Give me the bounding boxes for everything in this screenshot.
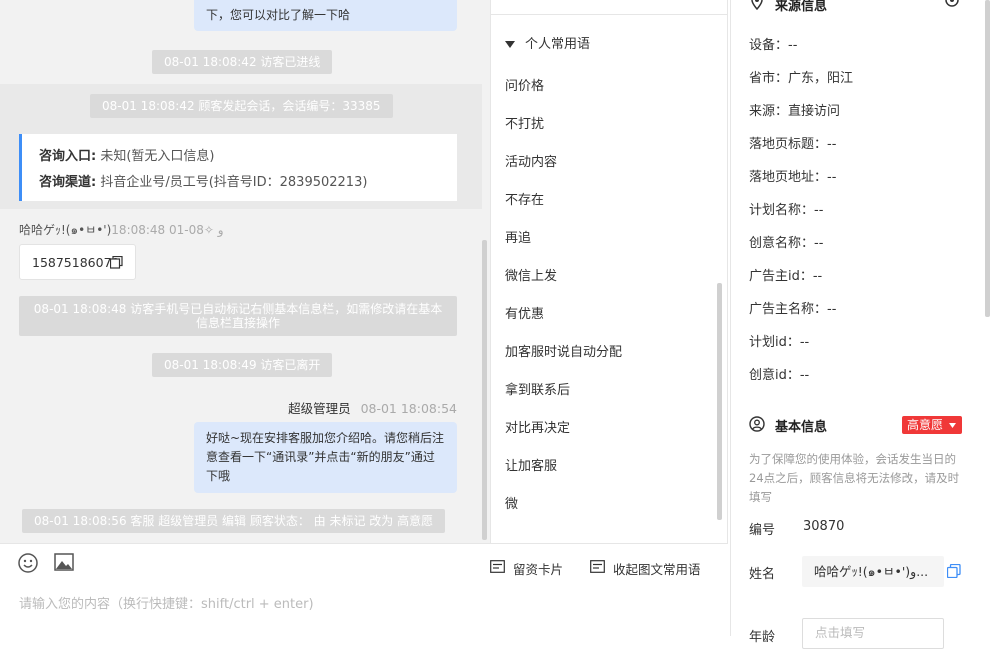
message-input-placeholder: 请输入您的内容（换行快捷键：shift/ctrl + enter) xyxy=(19,597,314,612)
id-label: 编号 xyxy=(749,523,776,538)
user-icon xyxy=(749,416,765,432)
info-landing-title: 落地页标题：-- xyxy=(749,137,837,152)
contact-card-button[interactable]: 留资卡片 xyxy=(513,559,563,578)
info-landing-url: 落地页地址：-- xyxy=(749,170,837,185)
divider xyxy=(490,14,728,15)
phrase-item[interactable]: 微 xyxy=(505,493,518,512)
info-advertiser-name: 广告主名称：-- xyxy=(749,302,837,317)
info-scrollbar[interactable] xyxy=(985,0,990,317)
system-message: 08-01 18:08:49 访客已离开 xyxy=(152,353,333,377)
phrase-item[interactable]: 不打扰 xyxy=(505,113,544,132)
visitor-name: 哈哈ゲｯ!(๑•ㅂ•') xyxy=(19,223,112,237)
info-creative-id: 创意id：-- xyxy=(749,368,810,383)
system-message: 08-01 18:08:56 客服 超级管理员 编辑 顾客状态： 由 未标记 改… xyxy=(22,509,446,533)
visitor-header: 哈哈ゲｯ!(๑•ㅂ•')18:08:48 01-08✧ و xyxy=(19,221,224,240)
info-panel xyxy=(730,0,991,636)
source-info-title: 来源信息 xyxy=(775,0,828,14)
chat-scrollbar[interactable] xyxy=(482,240,487,540)
phrase-item[interactable]: 加客服时说自动分配 xyxy=(505,341,622,360)
phrase-item[interactable]: 不存在 xyxy=(505,189,544,208)
consult-entry-value: 未知(暂无入口信息) xyxy=(100,149,215,164)
collapse-phrases-button[interactable]: 收起图文常用语 xyxy=(613,559,701,578)
message-text: 下，您可以对比了解一下哈 xyxy=(206,8,351,22)
visitor-phone-bubble[interactable]: 15875186070 xyxy=(19,244,136,280)
target-icon[interactable] xyxy=(944,0,960,10)
info-plan-id: 计划id：-- xyxy=(749,335,810,350)
info-advertiser-id: 广告主id：-- xyxy=(749,269,823,284)
consult-channel-value: 抖音企业号/员工号(抖音号ID：2839502213) xyxy=(100,175,368,190)
name-label: 姓名 xyxy=(749,567,776,582)
phrase-group-header[interactable]: 个人常用语 xyxy=(505,33,590,52)
phrase-item[interactable]: 让加客服 xyxy=(505,455,557,474)
info-province: 省市：广东，阳江 xyxy=(749,71,854,86)
intent-status-label: 高意愿 xyxy=(907,418,944,432)
phrase-item[interactable]: 活动内容 xyxy=(505,151,557,170)
message-text: 好哒~现在安排客服加您介绍哈。请您稍后注意查看一下“通讯录”并点击“新的朋友”通… xyxy=(206,431,445,483)
phrase-item[interactable]: 对比再决定 xyxy=(505,417,570,436)
basic-info-title: 基本信息 xyxy=(775,420,828,435)
consult-info-card: 咨询入口: 未知(暂无入口信息) 咨询渠道: 抖音企业号/员工号(抖音号ID：2… xyxy=(19,134,457,201)
phrase-item[interactable]: 有优惠 xyxy=(505,303,544,322)
agent-message-bubble-top: 下，您可以对比了解一下哈 xyxy=(194,0,457,31)
visitor-time: 18:08:48 01-08✧ و xyxy=(111,223,224,237)
system-message: 08-01 18:08:42 顾客发起会话，会话编号：33385 xyxy=(90,94,393,118)
chat-panel: 下，您可以对比了解一下哈 08-01 18:08:42 访客已进线 08-01 … xyxy=(0,0,490,543)
info-plan-name: 计划名称：-- xyxy=(749,203,824,218)
caret-down-icon xyxy=(505,41,515,48)
agent-time: 08-01 18:08:54 xyxy=(360,401,457,416)
age-placeholder: 点击填写 xyxy=(815,625,866,640)
phrase-item[interactable]: 拿到联系后 xyxy=(505,379,570,398)
phrase-group-title: 个人常用语 xyxy=(525,37,591,52)
age-field[interactable]: 点击填写 xyxy=(802,618,944,649)
copy-icon[interactable] xyxy=(110,256,123,269)
name-field[interactable]: 哈哈ゲｯ!(๑•ㅂ•')و... xyxy=(802,556,944,587)
visitor-phone: 15875186070 xyxy=(32,255,120,270)
location-icon xyxy=(751,0,763,10)
id-value: 30870 xyxy=(803,519,845,534)
agent-name: 超级管理员 xyxy=(288,401,351,416)
consult-entry-label: 咨询入口: xyxy=(39,149,97,164)
intent-status-badge[interactable]: 高意愿 xyxy=(902,416,962,434)
collapse-phrases-icon xyxy=(590,560,605,573)
caret-down-icon xyxy=(949,423,956,428)
agent-header: 超级管理员 08-01 18:08:54 xyxy=(288,398,457,417)
contact-card-icon xyxy=(490,560,505,573)
info-device: 设备：-- xyxy=(749,38,798,53)
copy-icon[interactable] xyxy=(947,564,961,578)
emoji-icon[interactable] xyxy=(18,553,38,573)
phrase-item[interactable]: 微信上发 xyxy=(505,265,557,284)
system-message: 08-01 18:08:42 访客已进线 xyxy=(152,50,333,74)
image-icon[interactable] xyxy=(54,553,74,571)
consult-channel-label: 咨询渠道: xyxy=(39,175,97,190)
phrase-item[interactable]: 再追 xyxy=(505,227,531,246)
composer: 留资卡片 收起图文常用语 请输入您的内容（换行快捷键：shift/ctrl + … xyxy=(0,543,728,636)
system-message: 08-01 18:08:48 访客手机号已自动标记右侧基本信息栏，如需修改请在基… xyxy=(19,296,457,336)
info-edit-note: 为了保障您的使用体验，会话发生当日的24点之后，顾客信息将无法修改，请及时填写 xyxy=(749,452,960,504)
phrases-scrollbar[interactable] xyxy=(717,283,722,520)
name-value: 哈哈ゲｯ!(๑•ㅂ•')و... xyxy=(814,564,929,579)
message-input[interactable]: 请输入您的内容（换行快捷键：shift/ctrl + enter) xyxy=(19,593,709,617)
phrase-item[interactable]: 问价格 xyxy=(505,75,544,94)
info-source: 来源：直接访问 xyxy=(749,104,841,119)
agent-message-bubble: 好哒~现在安排客服加您介绍哈。请您稍后注意查看一下“通讯录”并点击“新的朋友”通… xyxy=(194,422,457,493)
info-creative-name: 创意名称：-- xyxy=(749,236,824,251)
